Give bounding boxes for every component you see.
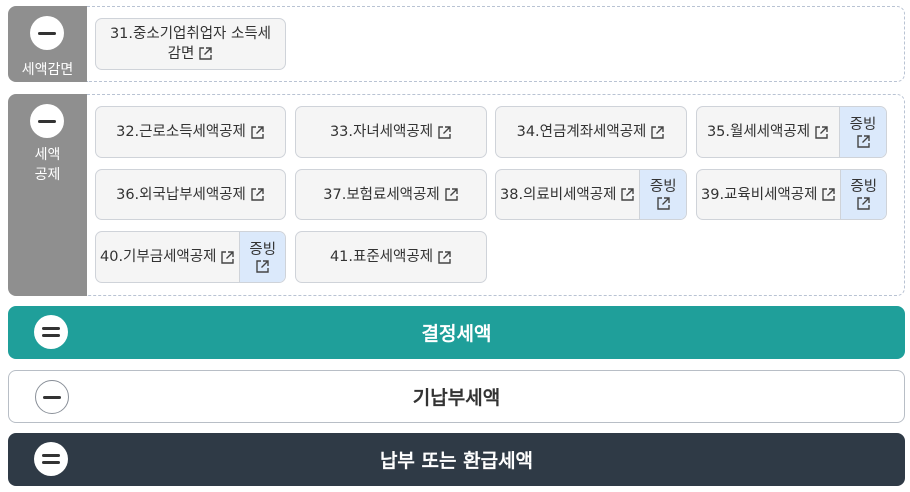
item-label: 36.외국납부세액공제 bbox=[116, 186, 246, 203]
external-link-icon bbox=[438, 250, 451, 264]
external-link-icon bbox=[657, 197, 670, 210]
proof-label: 증빙 bbox=[850, 179, 878, 195]
determined-tax-bar[interactable]: 결정세액 bbox=[8, 306, 905, 359]
external-link-icon bbox=[822, 188, 836, 201]
item-36[interactable]: 36.외국납부세액공제 bbox=[95, 169, 286, 220]
item-33[interactable]: 33.자녀세액공제 bbox=[295, 106, 487, 158]
minus-icon bbox=[38, 119, 56, 123]
section-label-line1: 세액 bbox=[34, 147, 61, 163]
external-link-icon bbox=[815, 125, 828, 139]
item-label: 37.보험료세액공제 bbox=[323, 186, 440, 203]
item-34[interactable]: 34.연금계좌세액공제 bbox=[495, 106, 687, 158]
tax-reduction-section: 세액감면 31.중소기업취업자 소득세 감면 bbox=[8, 6, 905, 82]
external-link-icon bbox=[445, 188, 458, 201]
item-label: 34.연금계좌세액공제 bbox=[516, 124, 647, 140]
item-label: 35.월세세액공제 bbox=[706, 124, 811, 140]
item-label: 31.중소기업취업자 소득세 bbox=[109, 26, 272, 42]
tax-deduction-section: 세액 공제 32.근로소득세액공제 33.자녀세액공제 34.연금계좌세액공제 … bbox=[8, 94, 905, 296]
item-label: 32.근로소득세액공제 bbox=[116, 124, 246, 140]
item-label: 38.의료비세액공제 bbox=[500, 186, 617, 203]
external-link-icon bbox=[651, 125, 665, 139]
minus-button[interactable] bbox=[35, 380, 69, 414]
proof-button[interactable]: 증빙 bbox=[239, 232, 285, 282]
external-link-icon bbox=[251, 188, 264, 201]
item-label: 41.표준세액공제 bbox=[329, 249, 434, 265]
section-label: 세액 공제 bbox=[8, 145, 87, 185]
item-label: 감면 bbox=[167, 46, 195, 62]
collapse-button[interactable] bbox=[30, 16, 64, 50]
external-link-icon bbox=[438, 125, 451, 139]
final-tax-label: 납부 또는 환급세액 bbox=[379, 450, 534, 472]
tax-reduction-label-panel: 세액감면 bbox=[8, 6, 87, 82]
minus-icon bbox=[43, 395, 61, 399]
proof-label: 증빙 bbox=[249, 241, 277, 258]
item-40[interactable]: 40.기부금세액공제 증빙 bbox=[95, 231, 286, 283]
external-link-icon bbox=[857, 197, 870, 210]
item-label-line2-wrap: 감면 bbox=[168, 44, 214, 64]
tax-deduction-label-panel: 세액 공제 bbox=[8, 94, 87, 296]
collapse-button[interactable] bbox=[30, 104, 64, 138]
external-link-icon bbox=[251, 125, 264, 139]
item-31[interactable]: 31.중소기업취업자 소득세 감면 bbox=[95, 18, 286, 70]
item-38[interactable]: 38.의료비세액공제 증빙 bbox=[495, 169, 687, 220]
final-tax-bar[interactable]: 납부 또는 환급세액 bbox=[8, 433, 905, 486]
minus-icon bbox=[38, 31, 56, 35]
external-link-icon bbox=[256, 259, 269, 273]
item-41[interactable]: 41.표준세액공제 bbox=[295, 231, 487, 283]
item-37[interactable]: 37.보험료세액공제 bbox=[295, 169, 487, 220]
item-39[interactable]: 39.교육비세액공제 증빙 bbox=[696, 169, 887, 220]
equals-icon bbox=[42, 454, 60, 464]
proof-button[interactable]: 증빙 bbox=[840, 170, 886, 219]
section-label-line2: 공제 bbox=[34, 167, 61, 183]
external-link-icon bbox=[621, 188, 635, 201]
proof-label: 증빙 bbox=[649, 179, 677, 195]
tax-reduction-items: 31.중소기업취업자 소득세 감면 bbox=[87, 6, 905, 82]
section-label: 세액감면 bbox=[21, 62, 74, 78]
item-label: 40.기부금세액공제 bbox=[100, 249, 217, 265]
external-link-icon bbox=[221, 250, 235, 264]
tax-deduction-items: 32.근로소득세액공제 33.자녀세액공제 34.연금계좌세액공제 35.월세세… bbox=[87, 94, 905, 296]
item-label: 39.교육비세액공제 bbox=[701, 186, 818, 203]
equals-button[interactable] bbox=[34, 442, 68, 476]
proof-button[interactable]: 증빙 bbox=[639, 170, 686, 219]
external-link-icon bbox=[199, 47, 213, 60]
proof-label: 증빙 bbox=[849, 116, 877, 133]
proof-button[interactable]: 증빙 bbox=[839, 107, 886, 157]
prepaid-tax-label: 기납부세액 bbox=[412, 387, 501, 409]
item-32[interactable]: 32.근로소득세액공제 bbox=[95, 106, 286, 158]
item-35[interactable]: 35.월세세액공제 증빙 bbox=[696, 106, 887, 158]
item-label: 33.자녀세액공제 bbox=[329, 124, 434, 140]
external-link-icon bbox=[856, 134, 870, 148]
equals-icon bbox=[42, 327, 60, 337]
prepaid-tax-bar[interactable]: 기납부세액 bbox=[8, 370, 905, 423]
determined-tax-label: 결정세액 bbox=[421, 323, 492, 345]
equals-button[interactable] bbox=[34, 315, 68, 349]
